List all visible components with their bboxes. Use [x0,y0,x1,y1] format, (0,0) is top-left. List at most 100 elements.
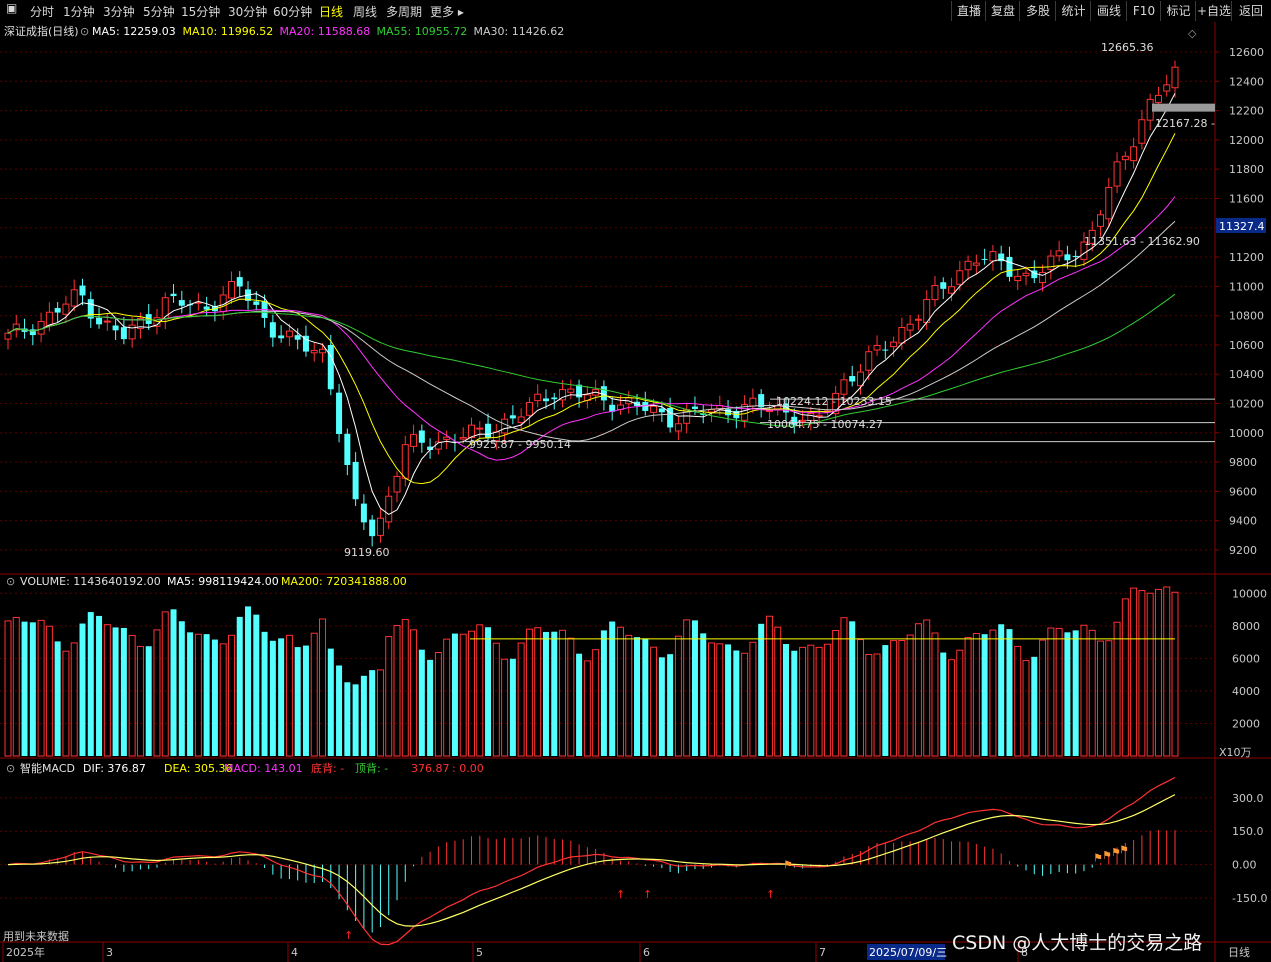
toolbar-button-5[interactable]: F10 [1126,1,1161,21]
period-tab-1[interactable]: 1分钟 [63,3,95,20]
volume-bar-down [112,627,119,756]
period-tab-0[interactable]: 分时 [30,3,54,20]
toolbar-button-6[interactable]: 标记 [1160,1,1196,21]
volume-tick: 10000 [1232,587,1267,600]
menu-icon[interactable]: ▣ [6,1,17,15]
volume-bar-down [634,637,641,756]
candle-body-down [269,322,276,338]
volume-bar-down [369,670,376,756]
volume-bar-down [1031,656,1038,756]
volume-bar-down [294,647,301,756]
volume-bar-down [981,634,988,756]
candle-body-up [1121,155,1129,161]
candle-body-up [525,402,533,416]
volume-tick: 6000 [1232,652,1260,665]
candle-body-up [1014,275,1022,282]
volume-bar-down [1064,632,1071,756]
candle-body-down [940,282,947,289]
candle-body-up [103,320,111,323]
volume-bar-down [352,684,359,756]
macd-tick: -150.0 [1232,892,1267,905]
period-tab-7[interactable]: 日线 [319,3,343,20]
volume-bar-down [418,649,425,756]
period-tab-3[interactable]: 5分钟 [143,3,175,20]
kline-chart[interactable]: 1260012400122001200011800116001140011200… [0,22,1271,962]
candle-body-up [898,327,906,344]
gap-annotation-1: 12167.28 - [1155,117,1215,130]
svg-text:VOLUME: 1143640192.00: VOLUME: 1143640192.00 [20,575,161,588]
toolbar-button-2[interactable]: 多股 [1019,1,1056,21]
collapse-icon[interactable]: ⊙ [6,575,15,588]
svg-text:顶背: -: 顶背: - [355,761,388,775]
macd-tick: 300.0 [1232,792,1264,805]
period-tab-9[interactable]: 多周期 [386,3,422,20]
candle-body-down [253,301,260,305]
volume-bar-down [576,653,583,756]
volume-bar-down [253,614,260,756]
high-annotation: 12665.36 [1101,41,1154,54]
ma-legend-ma20: MA20: 11588.68 [280,25,371,38]
toolbar-button-3[interactable]: 统计 [1055,1,1091,21]
candle-body-up [1097,214,1105,227]
price-tick: 9600 [1229,485,1257,498]
volume-bar-down [236,616,243,756]
candle-body-down [336,392,343,435]
toolbar-button-8[interactable]: 返回 [1231,1,1270,21]
volume-bar-down [245,606,252,756]
candle-body-up [906,323,914,331]
toolbar-button-7[interactable]: +自选 [1195,1,1232,21]
candle-body-down [120,327,127,340]
candle-body-up [310,349,318,354]
collapse-icon[interactable]: ⊙ [80,25,89,38]
volume-bar-down [940,652,947,756]
period-tab-10[interactable]: 更多 ▸ [430,3,464,20]
price-tick: 11000 [1229,280,1264,293]
candle-body-down [485,423,492,439]
svg-text:MA5: 998119424.00: MA5: 998119424.00 [167,575,279,588]
period-label: 日线 [1228,945,1250,959]
collapse-icon[interactable]: ⊙ [6,762,15,775]
macd-title: 智能MACD [20,761,75,775]
candle-body-up [890,341,898,348]
period-tab-4[interactable]: 15分钟 [181,3,220,20]
candle-body-down [327,344,334,390]
candle-body-down [294,335,301,340]
toolbar-button-4[interactable]: 画线 [1090,1,1127,21]
candle-body-up [674,423,682,432]
volume-bar-down [509,658,516,756]
candle-body-up [1022,272,1030,277]
volume-tick: 4000 [1232,685,1260,698]
toolbar-button-1[interactable]: 复盘 [985,1,1020,21]
price-tick: 10200 [1229,398,1264,411]
volume-bar-down [1072,630,1079,756]
candle-body-down [509,415,516,419]
candle-body-up [45,311,53,326]
candle-body-up [856,371,864,387]
candle-body-up [410,434,418,447]
candle-body-down [96,317,103,325]
period-tab-8[interactable]: 周线 [353,3,377,20]
volume-bar-down [998,624,1005,756]
candle-body-down [1064,254,1071,261]
buy-arrow-icon: ↑ [766,888,775,901]
volume-bar-down [269,640,276,756]
period-tab-6[interactable]: 60分钟 [273,3,312,20]
main-title: 深证成指(日线) [4,24,79,38]
volume-bar-down [849,621,856,756]
volume-tick: 8000 [1232,620,1260,633]
period-tab-5[interactable]: 30分钟 [228,3,267,20]
candle-body-up [393,475,401,493]
toolbar-button-0[interactable]: 直播 [951,1,986,21]
candle-body-up [972,262,980,266]
volume-bar-down [451,633,458,756]
future-data-note: 用到未来数据 [3,929,69,943]
candle-body-up [534,393,542,402]
volume-bar-down [758,623,765,756]
candle-body-up [62,303,70,315]
volume-bar-down [783,644,789,756]
candle-body-down [278,335,285,339]
svg-text:DEA: 305.36: DEA: 305.36 [164,762,232,775]
gap-annotation-2: 11351.63 - 11362.90 [1084,235,1200,248]
period-tab-2[interactable]: 3分钟 [103,3,135,20]
volume-bar-down [87,612,94,756]
